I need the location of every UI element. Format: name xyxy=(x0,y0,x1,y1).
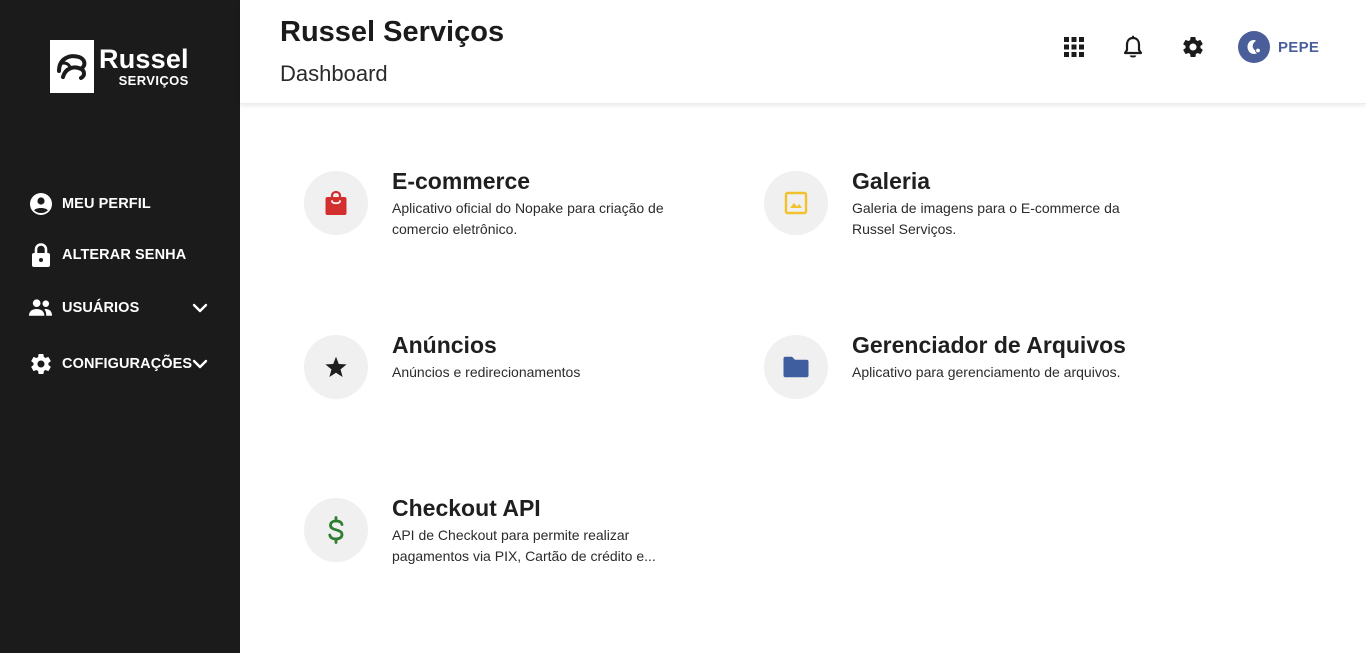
app-description: Aplicativo oficial do Nopake para criaçã… xyxy=(392,200,664,237)
app-card-checkout-api[interactable]: Checkout API API de Checkout para permit… xyxy=(304,495,704,598)
app-title: Russel Serviços xyxy=(280,16,505,48)
app-card-gerenciador-arquivos[interactable]: Gerenciador de Arquivos Aplicativo para … xyxy=(764,332,1164,435)
page-title: Dashboard xyxy=(280,61,388,86)
app-description: API de Checkout para permite realizar pa… xyxy=(392,527,656,564)
top-header: Russel Serviços Dashboard PEPE xyxy=(240,0,1366,104)
sidebar-item-alterar-senha[interactable]: ALTERAR SENHA xyxy=(0,233,240,277)
sidebar-item-usuarios[interactable]: USUÁRIOS xyxy=(0,286,240,330)
brand-logo[interactable]: Russel SERVIÇOS xyxy=(50,38,195,94)
app-description: Anúncios e redirecionamentos xyxy=(392,364,581,380)
avatar xyxy=(1238,31,1270,63)
shopping-bag-icon xyxy=(304,171,368,235)
app-description: Aplicativo para gerenciamento de arquivo… xyxy=(852,364,1121,380)
brand-name: Russel xyxy=(99,43,189,74)
sidebar: Russel SERVIÇOS MEU PERFIL ALTERAR SENHA… xyxy=(0,0,240,653)
chevron-down-icon[interactable] xyxy=(190,298,210,318)
people-icon xyxy=(28,296,53,321)
user-menu[interactable]: PEPE xyxy=(1238,31,1319,63)
account-circle-icon xyxy=(28,192,53,217)
sidebar-item-configuracoes[interactable]: CONFIGURAÇÕES xyxy=(0,342,240,386)
user-name: PEPE xyxy=(1278,38,1320,56)
brand-sub: SERVIÇOS xyxy=(118,72,189,88)
gear-icon[interactable] xyxy=(1179,33,1207,61)
star-icon xyxy=(304,335,368,399)
dollar-icon xyxy=(304,498,368,562)
logo-mark-icon xyxy=(50,39,94,93)
sidebar-item-meu-perfil[interactable]: MEU PERFIL xyxy=(0,182,240,226)
app-name: Galeria xyxy=(852,168,930,194)
app-description: Galeria de imagens para o E-commerce da … xyxy=(852,200,1120,237)
sidebar-item-label: ALTERAR SENHA xyxy=(62,247,187,263)
app-name: Anúncios xyxy=(392,332,497,358)
app-name: Checkout API xyxy=(392,495,541,521)
app-name: Gerenciador de Arquivos xyxy=(852,332,1126,358)
sidebar-item-label: MEU PERFIL xyxy=(62,196,151,212)
gear-icon xyxy=(28,352,53,377)
app-card-galeria[interactable]: Galeria Galeria de imagens para o E-comm… xyxy=(764,168,1164,271)
chevron-down-icon[interactable] xyxy=(190,354,210,374)
sidebar-item-label: USUÁRIOS xyxy=(62,300,140,316)
app-card-anuncios[interactable]: Anúncios Anúncios e redirecionamentos xyxy=(304,332,704,435)
lock-icon xyxy=(28,243,53,268)
bell-icon[interactable] xyxy=(1119,33,1147,61)
image-icon xyxy=(764,171,828,235)
folder-icon xyxy=(764,335,828,399)
sidebar-item-label: CONFIGURAÇÕES xyxy=(62,356,193,372)
apps-grid-icon[interactable] xyxy=(1060,33,1088,61)
app-card-ecommerce[interactable]: E-commerce Aplicativo oficial do Nopake … xyxy=(304,168,704,271)
app-name: E-commerce xyxy=(392,168,531,194)
